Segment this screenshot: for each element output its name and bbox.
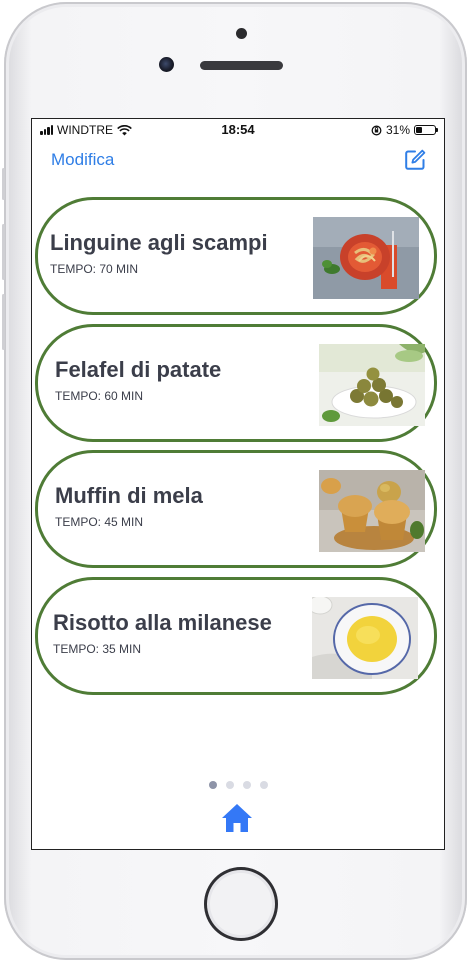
page-dot-1[interactable] [208,781,217,789]
recipe-title: Felafel di patate [55,357,222,382]
proximity-sensor [236,28,247,39]
page-dot-3[interactable] [242,781,251,789]
front-camera [159,57,174,72]
app-screen: WINDTRE 18:54 31% Modifica Linguine agli… [31,118,445,850]
felafel-photo [319,344,425,426]
earpiece-speaker [200,61,283,70]
linguine-photo [313,217,419,299]
page-dot-2[interactable] [225,781,234,789]
home-button[interactable] [204,867,278,941]
volume-down-button [2,294,5,350]
muffin-photo [319,470,425,552]
recipe-card-linguine[interactable]: Linguine agli scampi TEMPO: 70 MIN [35,197,437,315]
recipe-card-risotto[interactable]: Risotto alla milanese TEMPO: 35 MIN [35,577,437,695]
status-bar: WINDTRE 18:54 31% [32,119,444,141]
recipe-time: TEMPO: 45 MIN [55,515,144,529]
recipe-time: TEMPO: 70 MIN [50,262,139,276]
page-indicator [32,781,444,789]
volume-up-button [2,224,5,280]
edit-button[interactable]: Modifica [51,150,114,170]
battery-percentage: 31% [385,123,410,137]
battery-level [416,127,422,133]
risotto-photo [312,597,418,679]
orientation-lock-icon [371,125,382,135]
recipe-title: Linguine agli scampi [50,230,268,255]
recipe-card-felafel[interactable]: Felafel di patate TEMPO: 60 MIN [35,324,437,442]
battery-icon [414,125,438,135]
recipe-card-muffin[interactable]: Muffin di mela TEMPO: 45 MIN [35,450,437,568]
compose-icon[interactable] [403,148,427,172]
mute-switch [2,168,5,200]
navigation-bar: Modifica [32,141,444,175]
recipe-time: TEMPO: 35 MIN [53,642,142,656]
home-icon[interactable] [220,801,254,835]
recipe-time: TEMPO: 60 MIN [55,389,144,403]
recipe-title: Muffin di mela [55,483,203,508]
recipe-title: Risotto alla milanese [53,610,272,635]
page-dot-4[interactable] [259,781,268,789]
